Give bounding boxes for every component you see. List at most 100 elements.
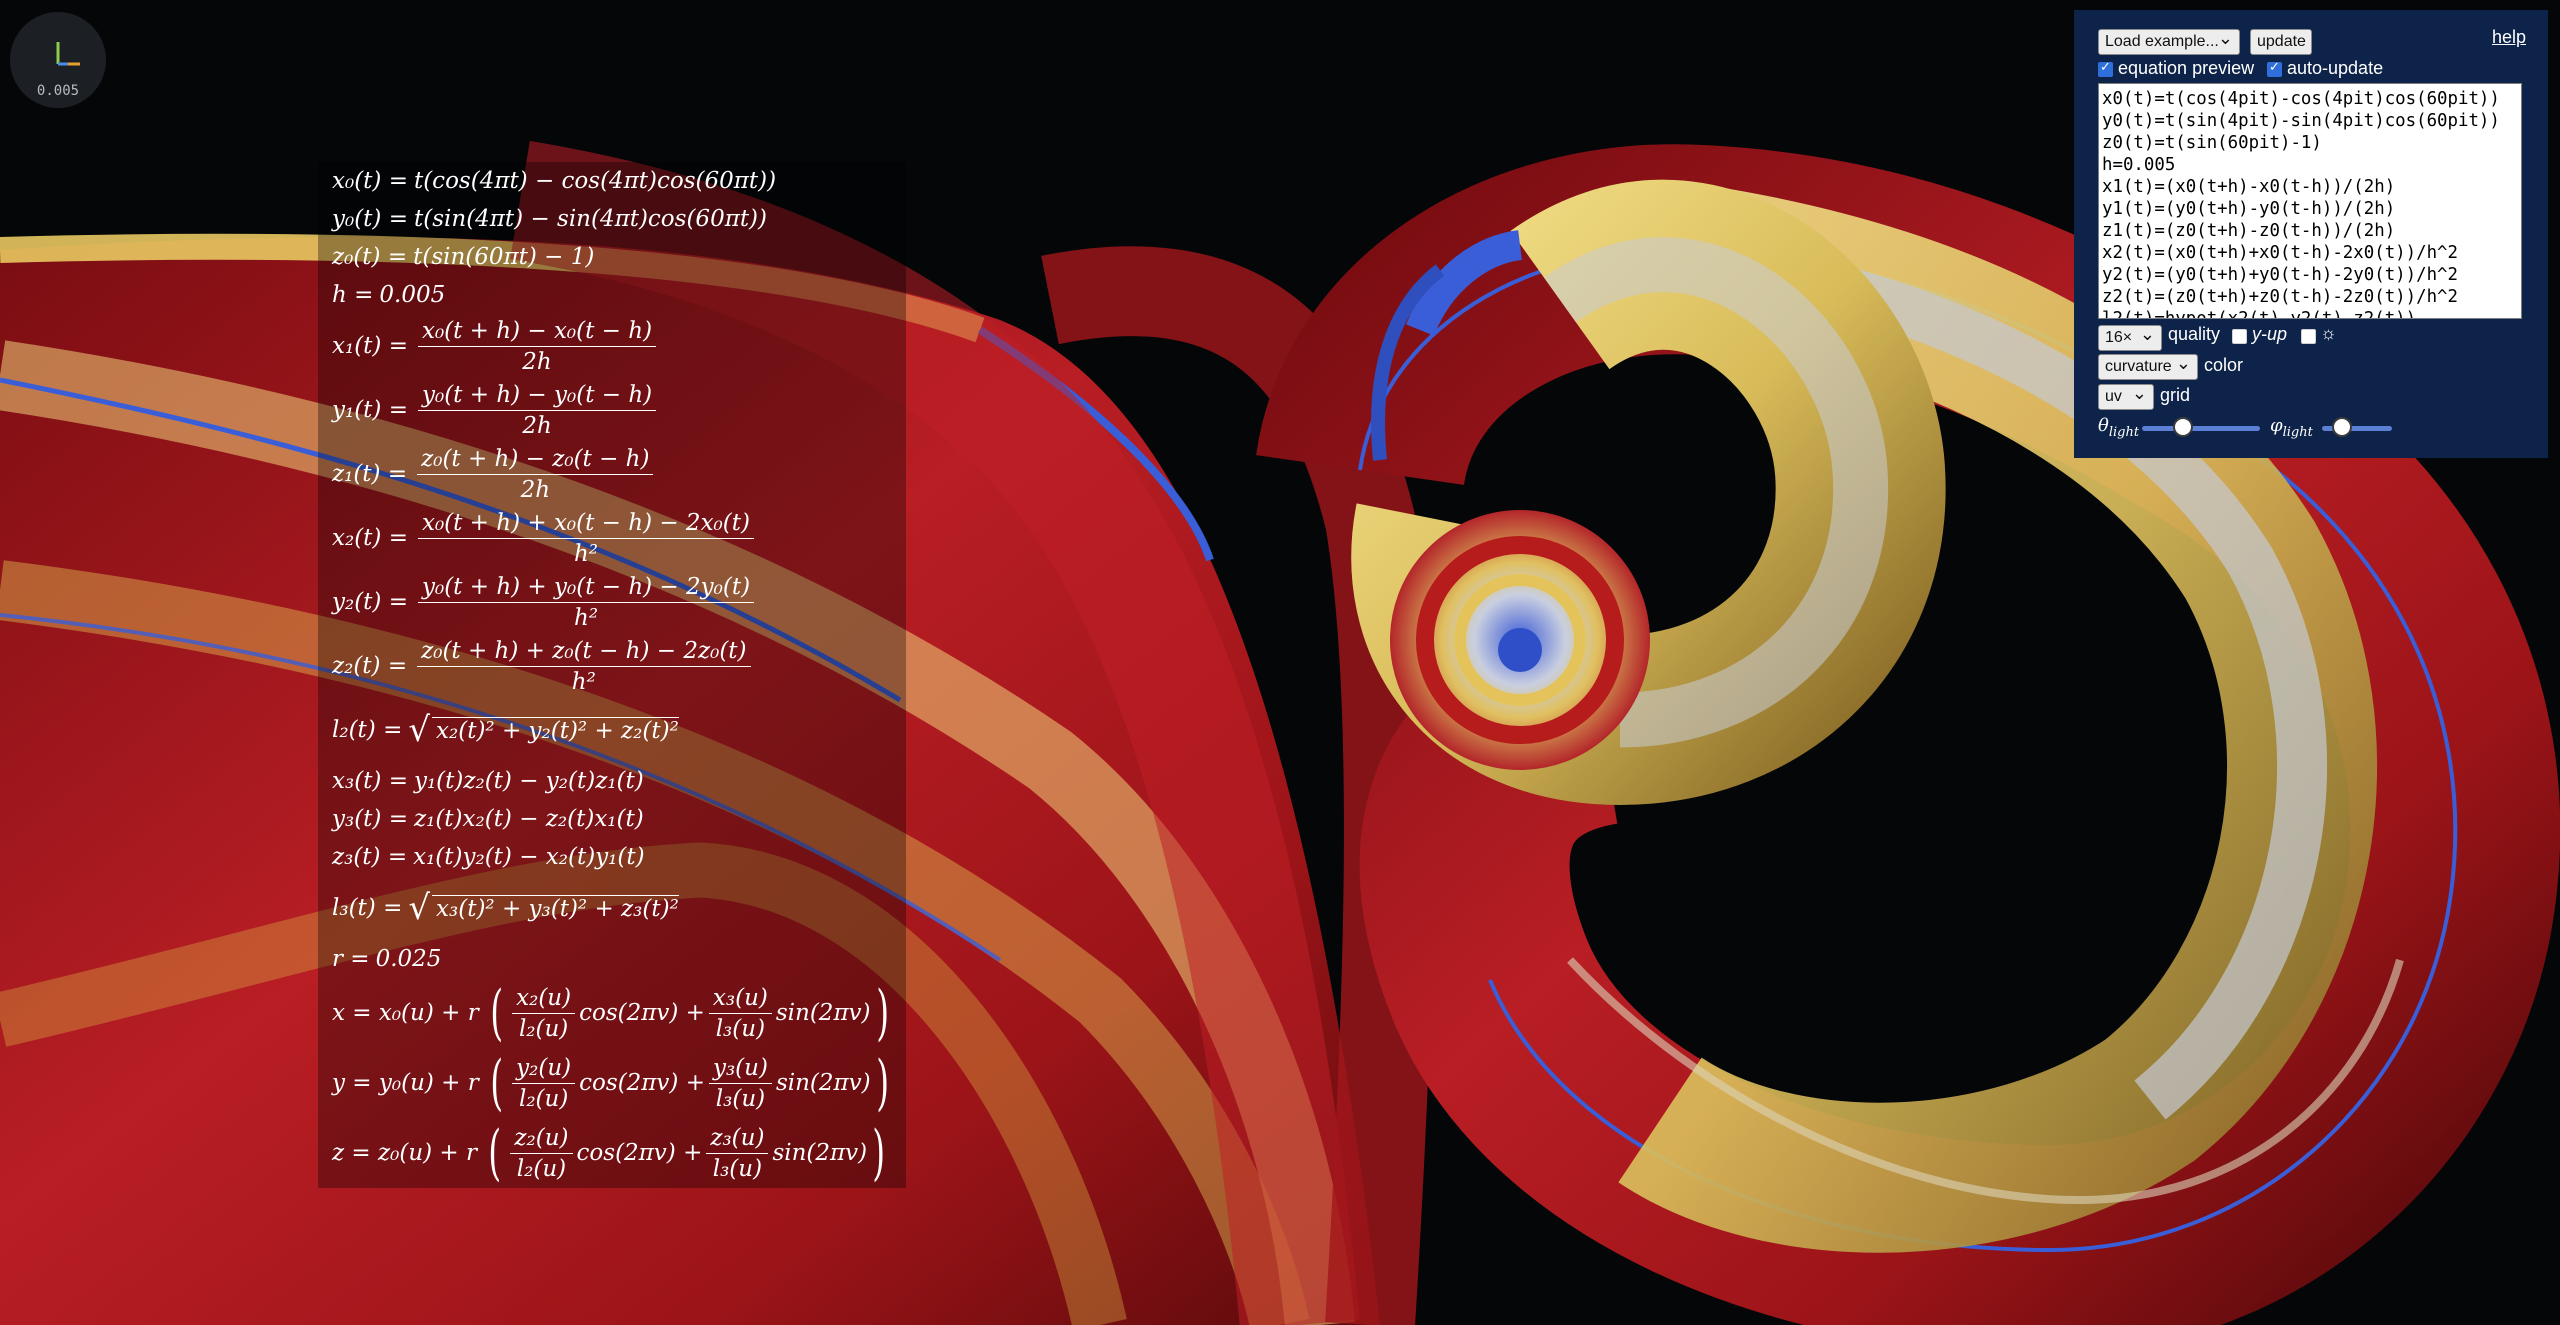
sun-icon: ☼: [2320, 323, 2337, 343]
equation-lhs: x = x₀(u) + r: [332, 1000, 479, 1026]
equation-rhs: y₁(t)z₂(t) − y₂(t)z₁(t): [413, 768, 644, 794]
equation-row: x = x₀(u) + r (x₂(u) l₂(u) cos(2πv) + x₃(u) l…: [318, 978, 907, 1048]
equation-lhs: z₂(t) =: [332, 653, 408, 679]
paren-glyph: (: [489, 978, 503, 1048]
fraction-numerator: y₂(u): [512, 1055, 576, 1084]
equation-row: l₂(t) = √ x₂(t)² + y₂(t)² + z₂(t)²: [318, 698, 907, 762]
equation-lhs: y₁(t) =: [332, 397, 408, 423]
fraction: z₃(u) l₃(u): [706, 1125, 769, 1182]
equation-lhs: x₃(t) =: [332, 768, 408, 794]
fraction: x₀(t + h) − x₀(t − h) 2h: [417, 318, 657, 375]
equation-row: y = y₀(u) + r(y₂(u) l₂(u) cos(2πv) + y₃(u) l…: [318, 1048, 907, 1118]
grid-label: grid: [2160, 385, 2191, 405]
equation-row: y₂(t) = y₀(t + h) + y₀(t − h) − 2y₀(t) h²: [318, 570, 907, 634]
fraction-numerator: z₃(u): [706, 1125, 769, 1154]
fraction: y₀(t + h) + y₀(t − h) − 2y₀(t) h²: [418, 574, 755, 631]
equation-term: cos(2πv) +: [576, 1140, 703, 1166]
equation-lhs: y = y₀(u) + r: [332, 1070, 479, 1096]
fraction: x₂(u) l₂(u): [512, 985, 576, 1042]
fraction: y₃(u) l₃(u): [708, 1055, 772, 1112]
phi-light-label: φlight: [2270, 415, 2313, 440]
fraction: z₀(t + h) − z₀(t − h) 2h: [417, 446, 654, 503]
equation-preview-label: equation preview: [2118, 58, 2255, 78]
equation-lhs: y₃(t) =: [332, 806, 408, 832]
equation-lhs: z₃(t) =: [332, 844, 408, 870]
auto-update-checkbox[interactable]: [2267, 59, 2282, 77]
fraction-numerator: z₂(u): [510, 1125, 573, 1154]
equation-rhs: x₁(t)y₂(t) − x₂(t)y₁(t): [413, 844, 645, 870]
equation-rhs: 0.005: [379, 282, 446, 308]
fraction-denominator: l₂(u): [518, 1085, 569, 1112]
equation-lhs: x₁(t) =: [332, 333, 408, 359]
light-checkbox[interactable]: [2301, 329, 2316, 344]
quality-select-value: 16×: [2105, 329, 2133, 346]
color-select[interactable]: curvature: [2098, 351, 2198, 380]
equation-row: z₀(t) = t(sin(60πt) − 1): [318, 238, 907, 276]
grid-select[interactable]: uv: [2098, 381, 2154, 410]
equation-lhs: y₀(t) =: [332, 206, 408, 232]
color-select-value: curvature: [2105, 358, 2172, 375]
example-select[interactable]: Load example...: [2098, 26, 2240, 55]
equation-editor[interactable]: x0(t)=t(cos(4pit)-cos(4pit)cos(60pit)) y…: [2098, 83, 2522, 319]
fraction-numerator: z₀(t + h) − z₀(t − h): [417, 446, 654, 475]
surface-vortex: [1498, 628, 1542, 672]
equation-term: cos(2πv) +: [579, 1070, 705, 1096]
paren-glyph: (: [488, 1118, 502, 1188]
update-button[interactable]: update: [2250, 29, 2312, 55]
phi-light-slider[interactable]: [2322, 417, 2392, 437]
help-link[interactable]: help: [2492, 27, 2526, 48]
color-label: color: [2204, 355, 2244, 375]
radical-sign: √: [408, 710, 431, 750]
fraction-denominator: 2h: [520, 476, 551, 503]
quality-select[interactable]: 16×: [2098, 322, 2162, 351]
paren-glyph: ): [875, 1048, 889, 1118]
fraction-denominator: l₃(u): [715, 1015, 766, 1042]
y-up-label: y-up: [2252, 324, 2288, 344]
equation-lhs: l₃(t) =: [332, 895, 403, 921]
equation-term: sin(2πv): [772, 1140, 868, 1166]
equation-lhs: y₂(t) =: [332, 589, 408, 615]
fraction-numerator: y₀(t + h) − y₀(t − h): [418, 382, 657, 411]
equation-row: z₁(t) = z₀(t + h) − z₀(t − h) 2h: [318, 442, 907, 506]
equation-rhs: z₁(t)x₂(t) − z₂(t)x₁(t): [414, 806, 644, 832]
fraction-numerator: x₀(t + h) − x₀(t − h): [417, 318, 657, 347]
equation-row: h = 0.005: [318, 276, 907, 314]
fraction: x₃(u) l₃(u): [708, 985, 772, 1042]
equation-radicand: x₂(t)² + y₂(t)² + z₂(t)²: [432, 716, 679, 744]
equation-row: z₂(t) = z₀(t + h) + z₀(t − h) − 2z₀(t) h²: [318, 634, 907, 698]
fraction: z₂(u) l₂(u): [510, 1125, 573, 1182]
equation-rhs: t(sin(4πt) − sin(4πt)cos(60πt)): [414, 206, 768, 232]
fraction-denominator: l₃(u): [715, 1085, 766, 1112]
theta-light-label: θlight: [2098, 415, 2140, 440]
equation-lhs: z = z₀(u) + r: [332, 1140, 477, 1166]
equation-lhs: h =: [332, 282, 374, 308]
fraction-denominator: 2h: [522, 348, 552, 375]
auto-update-label: auto-update: [2287, 58, 2384, 78]
equation-preview-checkbox[interactable]: [2098, 59, 2113, 77]
theta-light-slider[interactable]: [2142, 417, 2260, 437]
radical-sign: √: [408, 888, 431, 928]
equation-row: z₃(t) = x₁(t)y₂(t) − x₂(t)y₁(t): [318, 838, 907, 876]
fraction-denominator: h²: [574, 604, 599, 631]
equation-row: r = 0.025: [318, 940, 907, 978]
step-readout: 0.005: [36, 83, 80, 99]
theta-light-slider-knob[interactable]: [2173, 417, 2194, 437]
paren-glyph: ): [872, 1118, 886, 1188]
fraction-numerator: x₀(t + h) + x₀(t − h) − 2x₀(t): [417, 510, 754, 539]
fraction-denominator: l₂(u): [516, 1155, 567, 1182]
fraction: y₂(u) l₂(u): [512, 1055, 576, 1112]
fraction-denominator: 2h: [522, 412, 552, 439]
equation-rhs: 0.025: [375, 946, 442, 972]
equation-rhs: t(cos(4πt) − cos(4πt)cos(60πt)): [413, 168, 777, 194]
y-up-checkbox[interactable]: [2232, 329, 2247, 344]
equation-term: cos(2πv) +: [579, 1000, 705, 1026]
axis-gizmo[interactable]: 0.005: [10, 12, 106, 108]
quality-label: quality: [2168, 324, 2221, 344]
paren-glyph: (: [490, 1048, 503, 1118]
equation-radicand: x₃(t)² + y₃(t)² + z₃(t)²: [432, 894, 679, 922]
equation-term: sin(2πv): [775, 1000, 871, 1026]
phi-light-slider-knob[interactable]: [2331, 417, 2352, 437]
fraction-numerator: x₂(u): [512, 985, 576, 1014]
equation-lhs: z₀(t) =: [332, 244, 408, 270]
paren-glyph: ): [875, 978, 889, 1048]
